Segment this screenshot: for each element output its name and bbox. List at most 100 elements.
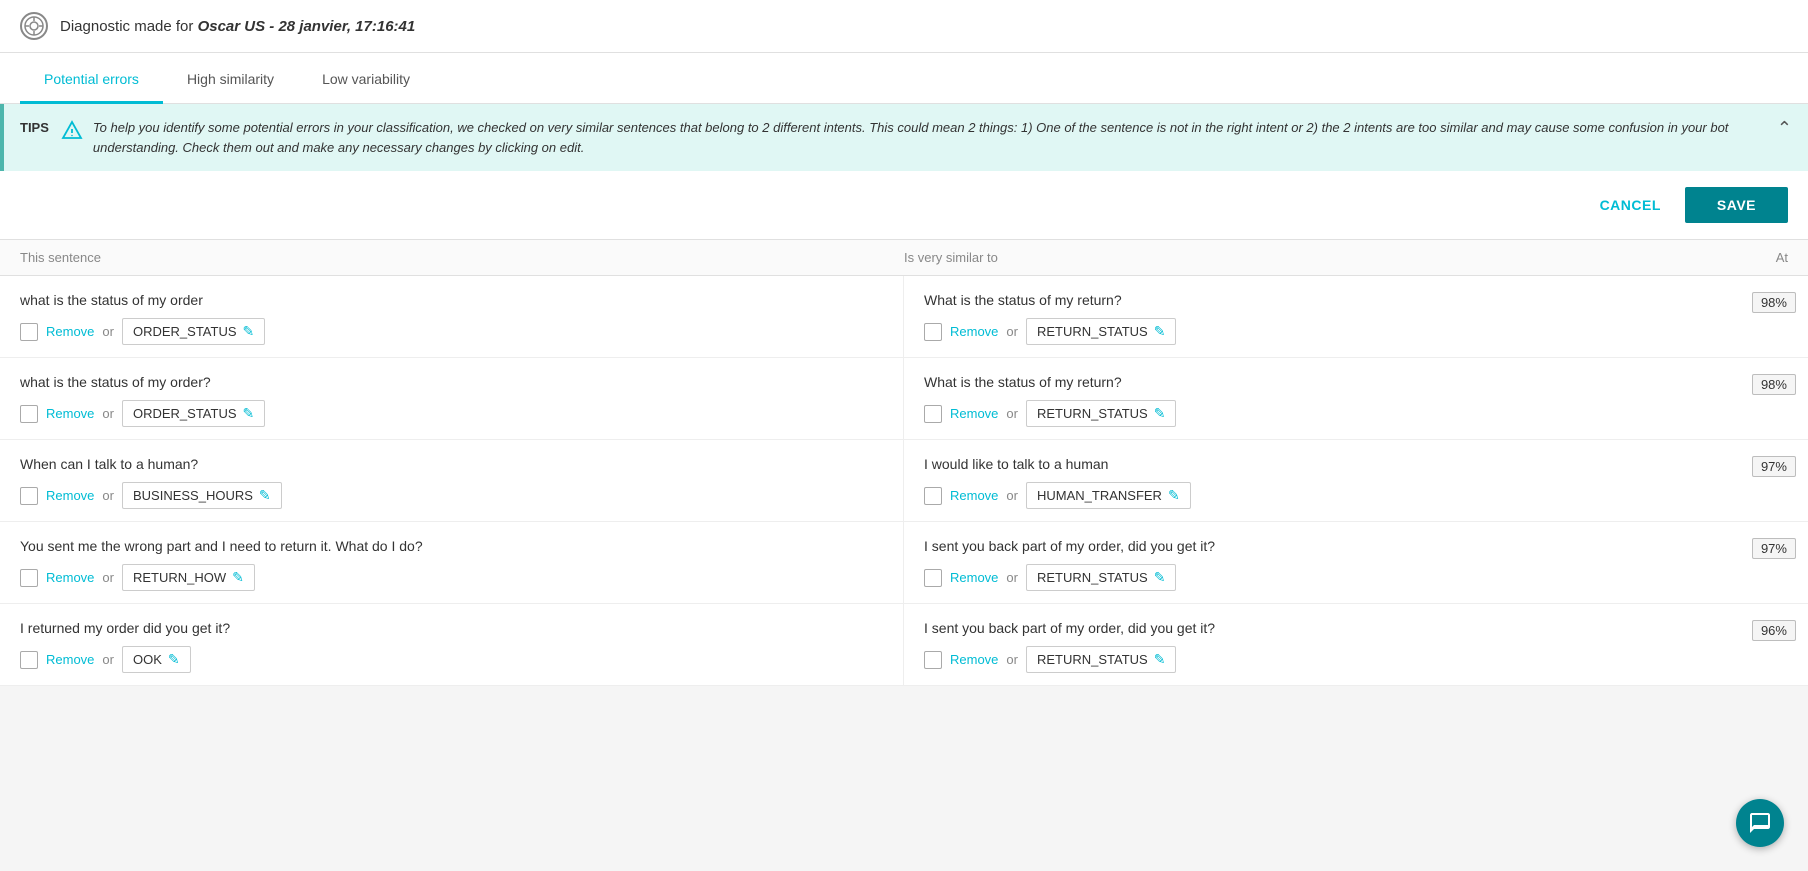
right-checkbox-wrap-4 bbox=[924, 651, 942, 669]
left-sentence-3: You sent me the wrong part and I need to… bbox=[20, 538, 883, 554]
right-edit-icon-2[interactable]: ✎ bbox=[1168, 487, 1180, 504]
pair-left-3: You sent me the wrong part and I need to… bbox=[0, 522, 904, 603]
save-button[interactable]: SAVE bbox=[1685, 187, 1788, 223]
rows-container: what is the status of my order Remove or… bbox=[0, 276, 1808, 686]
left-checkbox-wrap-2 bbox=[20, 487, 38, 505]
tabs-bar: Potential errors High similarity Low var… bbox=[0, 53, 1808, 104]
right-checkbox-4[interactable] bbox=[924, 651, 942, 669]
left-checkbox-2[interactable] bbox=[20, 487, 38, 505]
right-or-0: or bbox=[1006, 324, 1018, 339]
left-intent-label-3: RETURN_HOW bbox=[133, 570, 226, 585]
left-edit-icon-3[interactable]: ✎ bbox=[232, 569, 244, 586]
left-checkbox-1[interactable] bbox=[20, 405, 38, 423]
table-row: You sent me the wrong part and I need to… bbox=[0, 522, 1808, 604]
toolbar: CANCEL SAVE bbox=[0, 171, 1808, 240]
pair-at-2: 97% bbox=[1718, 440, 1808, 521]
right-remove-link-2[interactable]: Remove bbox=[950, 488, 998, 503]
right-remove-link-1[interactable]: Remove bbox=[950, 406, 998, 421]
tips-box: TIPS To help you identify some potential… bbox=[0, 104, 1808, 171]
left-or-2: or bbox=[102, 488, 114, 503]
pair-left-4: I returned my order did you get it? Remo… bbox=[0, 604, 904, 685]
similarity-badge-0: 98% bbox=[1752, 292, 1796, 313]
left-intent-badge-3: RETURN_HOW ✎ bbox=[122, 564, 255, 591]
left-checkbox-wrap-1 bbox=[20, 405, 38, 423]
pair-right-4: I sent you back part of my order, did yo… bbox=[904, 604, 1718, 685]
col-header-left: This sentence bbox=[20, 250, 904, 265]
right-or-1: or bbox=[1006, 406, 1018, 421]
right-intent-badge-0: RETURN_STATUS ✎ bbox=[1026, 318, 1176, 345]
right-sentence-0: What is the status of my return? bbox=[924, 292, 1698, 308]
right-intent-label-3: RETURN_STATUS bbox=[1037, 570, 1148, 585]
table-row: what is the status of my order Remove or… bbox=[0, 276, 1808, 358]
table-row: what is the status of my order? Remove o… bbox=[0, 358, 1808, 440]
right-edit-icon-3[interactable]: ✎ bbox=[1154, 569, 1166, 586]
right-edit-icon-0[interactable]: ✎ bbox=[1154, 323, 1166, 340]
right-checkbox-3[interactable] bbox=[924, 569, 942, 587]
right-intent-label-0: RETURN_STATUS bbox=[1037, 324, 1148, 339]
left-remove-link-3[interactable]: Remove bbox=[46, 570, 94, 585]
similarity-badge-2: 97% bbox=[1752, 456, 1796, 477]
header-icon bbox=[20, 12, 48, 40]
left-sentence-0: what is the status of my order bbox=[20, 292, 883, 308]
pair-right-2: I would like to talk to a human Remove o… bbox=[904, 440, 1718, 521]
left-controls-4: Remove or OOK ✎ bbox=[20, 646, 883, 673]
right-edit-icon-1[interactable]: ✎ bbox=[1154, 405, 1166, 422]
right-intent-label-2: HUMAN_TRANSFER bbox=[1037, 488, 1162, 503]
tips-icon bbox=[61, 118, 83, 146]
right-checkbox-0[interactable] bbox=[924, 323, 942, 341]
left-intent-label-4: OOK bbox=[133, 652, 162, 667]
pair-left-2: When can I talk to a human? Remove or BU… bbox=[0, 440, 904, 521]
tab-low-variability[interactable]: Low variability bbox=[298, 53, 434, 104]
left-remove-link-0[interactable]: Remove bbox=[46, 324, 94, 339]
tab-potential-errors[interactable]: Potential errors bbox=[20, 53, 163, 104]
right-remove-link-3[interactable]: Remove bbox=[950, 570, 998, 585]
right-controls-3: Remove or RETURN_STATUS ✎ bbox=[924, 564, 1698, 591]
tips-text: To help you identify some potential erro… bbox=[93, 118, 1788, 157]
left-intent-badge-1: ORDER_STATUS ✎ bbox=[122, 400, 265, 427]
tab-high-similarity[interactable]: High similarity bbox=[163, 53, 298, 104]
table-header: This sentence Is very similar to At bbox=[0, 240, 1808, 276]
col-header-right: Is very similar to bbox=[904, 250, 1700, 265]
right-edit-icon-4[interactable]: ✎ bbox=[1154, 651, 1166, 668]
right-intent-badge-1: RETURN_STATUS ✎ bbox=[1026, 400, 1176, 427]
left-edit-icon-1[interactable]: ✎ bbox=[243, 405, 255, 422]
right-remove-link-4[interactable]: Remove bbox=[950, 652, 998, 667]
left-controls-1: Remove or ORDER_STATUS ✎ bbox=[20, 400, 883, 427]
pair-at-3: 97% bbox=[1718, 522, 1808, 603]
left-or-3: or bbox=[102, 570, 114, 585]
right-checkbox-wrap-1 bbox=[924, 405, 942, 423]
right-remove-link-0[interactable]: Remove bbox=[950, 324, 998, 339]
tips-toggle[interactable]: ⌃ bbox=[1777, 118, 1792, 139]
left-intent-badge-0: ORDER_STATUS ✎ bbox=[122, 318, 265, 345]
left-intent-label-2: BUSINESS_HOURS bbox=[133, 488, 253, 503]
left-edit-icon-2[interactable]: ✎ bbox=[259, 487, 271, 504]
left-edit-icon-0[interactable]: ✎ bbox=[243, 323, 255, 340]
left-sentence-4: I returned my order did you get it? bbox=[20, 620, 883, 636]
right-checkbox-2[interactable] bbox=[924, 487, 942, 505]
table-row: When can I talk to a human? Remove or BU… bbox=[0, 440, 1808, 522]
right-intent-badge-4: RETURN_STATUS ✎ bbox=[1026, 646, 1176, 673]
left-remove-link-2[interactable]: Remove bbox=[46, 488, 94, 503]
right-controls-1: Remove or RETURN_STATUS ✎ bbox=[924, 400, 1698, 427]
cancel-button[interactable]: CANCEL bbox=[1576, 187, 1685, 223]
left-checkbox-4[interactable] bbox=[20, 651, 38, 669]
header-title: Diagnostic made for Oscar US - 28 janvie… bbox=[60, 18, 415, 35]
left-checkbox-0[interactable] bbox=[20, 323, 38, 341]
left-edit-icon-4[interactable]: ✎ bbox=[168, 651, 180, 668]
left-remove-link-1[interactable]: Remove bbox=[46, 406, 94, 421]
left-or-0: or bbox=[102, 324, 114, 339]
right-checkbox-1[interactable] bbox=[924, 405, 942, 423]
right-intent-label-4: RETURN_STATUS bbox=[1037, 652, 1148, 667]
left-remove-link-4[interactable]: Remove bbox=[46, 652, 94, 667]
chat-bubble[interactable] bbox=[1736, 799, 1784, 847]
left-checkbox-3[interactable] bbox=[20, 569, 38, 587]
right-or-3: or bbox=[1006, 570, 1018, 585]
left-intent-badge-4: OOK ✎ bbox=[122, 646, 191, 673]
right-sentence-2: I would like to talk to a human bbox=[924, 456, 1698, 472]
tips-label: TIPS bbox=[20, 118, 49, 135]
right-checkbox-wrap-2 bbox=[924, 487, 942, 505]
pair-at-1: 98% bbox=[1718, 358, 1808, 439]
right-checkbox-wrap-0 bbox=[924, 323, 942, 341]
left-sentence-1: what is the status of my order? bbox=[20, 374, 883, 390]
right-or-4: or bbox=[1006, 652, 1018, 667]
